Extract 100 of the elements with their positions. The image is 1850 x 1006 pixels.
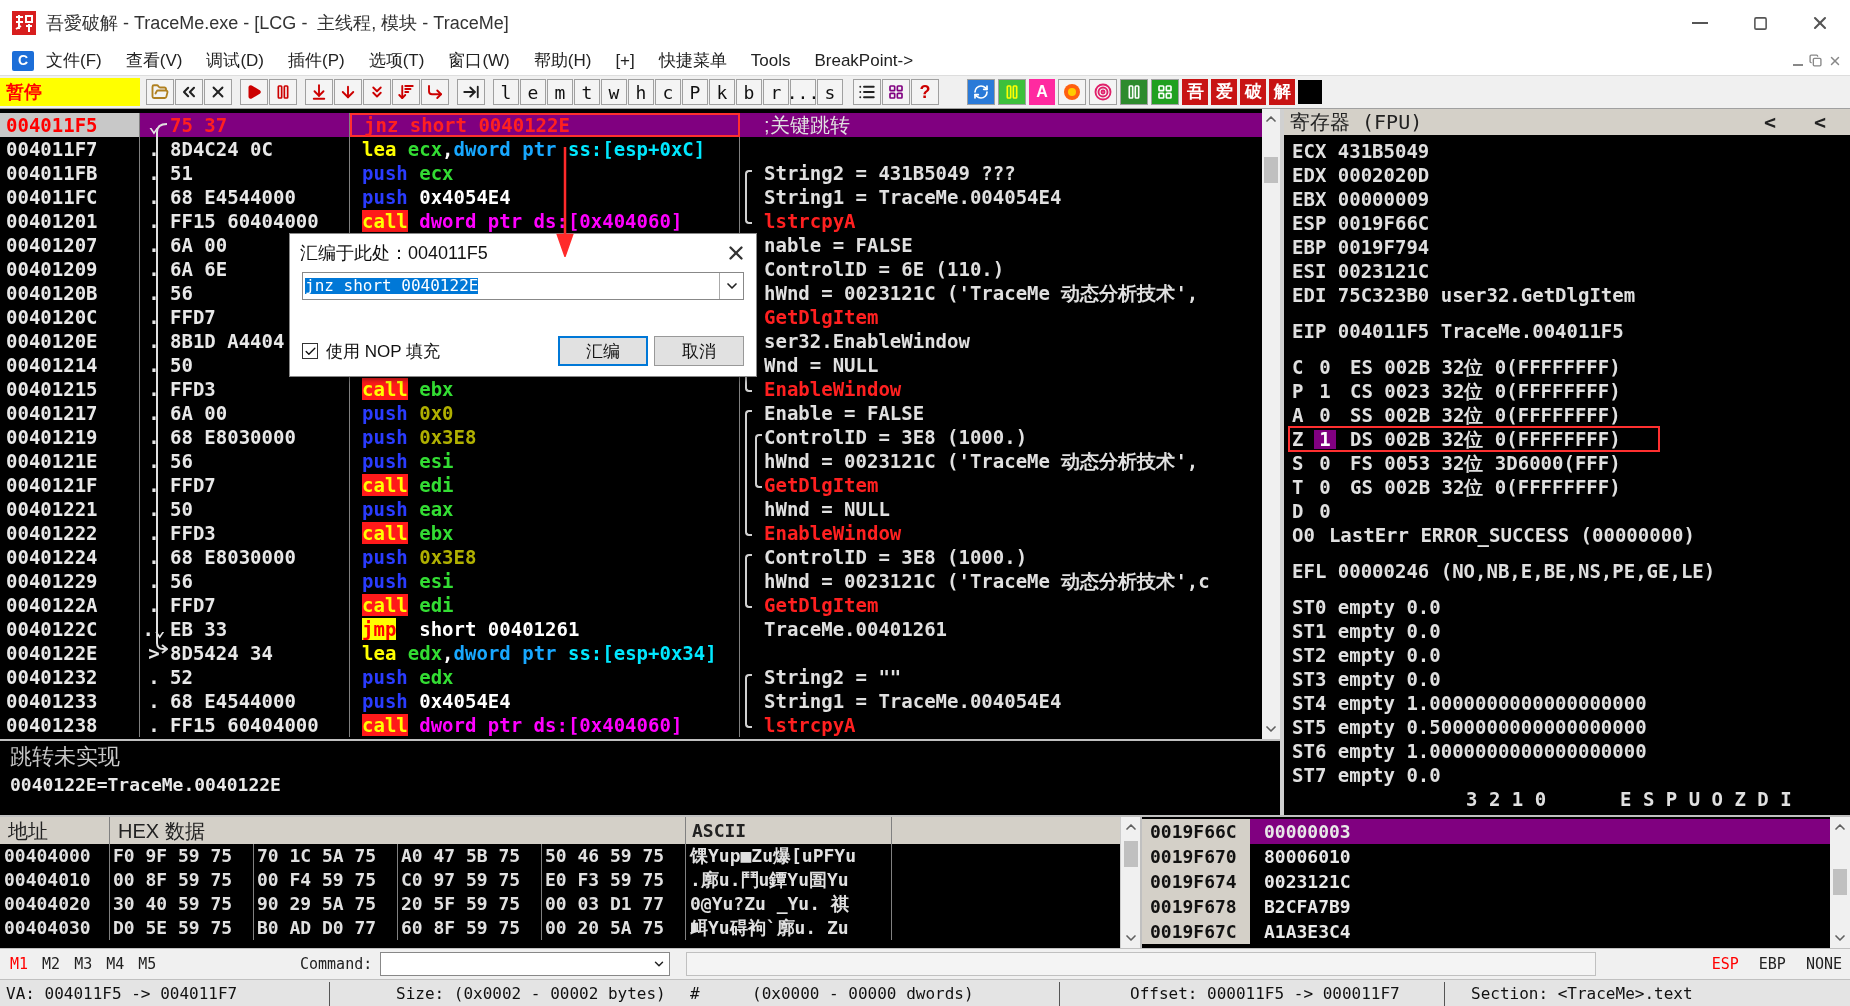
comment-text: GetDlgItem [764,307,879,327]
hex-bytes: 51 [170,163,193,183]
jump-marker: . [148,283,160,303]
stack-base-tab[interactable]: NONE [1805,952,1842,976]
crack-tool-button[interactable]: 爱 [1211,79,1237,105]
instruction: call edi [361,475,455,495]
register-line: EBP 0019F794 [1292,237,1430,257]
nav-arrow[interactable]: < [1763,107,1776,137]
memory-tab[interactable]: M5 [138,952,157,976]
crack-tool-button[interactable]: 解 [1269,79,1295,105]
jump-marker: . [148,211,160,231]
stack-base-tab[interactable]: EBP [1758,952,1786,976]
jump-marker: . [148,715,160,735]
hex-bytes: 6A 00 [170,403,228,423]
stack-row[interactable]: B2CFA7B9 [1250,894,1830,919]
info-text: 0040122E=TraceMe.0040122E [10,773,282,798]
flag-value[interactable]: 0 [1303,525,1315,545]
menu-item[interactable]: 窗口(W) [436,47,522,74]
menu-item[interactable]: [+] [603,47,647,74]
stack-row[interactable]: A1A3E3C4 [1250,919,1830,944]
window-letter-button[interactable]: t [574,79,600,105]
window-letter-button[interactable]: e [520,79,546,105]
dialog-button[interactable]: 取消 [654,336,744,366]
menu-item[interactable]: Tools [738,47,803,74]
window-letter-button[interactable]: h [628,79,654,105]
nav-arrow[interactable]: < [1813,107,1826,137]
stack-row[interactable]: 00000003 [1250,819,1830,844]
menu-item[interactable]: 调试(D) [194,47,276,74]
hex-cell: 50 46 59 75 [542,844,686,868]
stack-base-tab[interactable]: ESP [1711,952,1739,976]
instruction-field[interactable]: jnz short 0040122E [302,272,744,300]
ascii-cell: 衈Yu碍袧`廓u. Zu [686,916,892,940]
memory-tab[interactable]: M3 [74,952,93,976]
instruction: call ebx [361,379,455,399]
system-menu-icon[interactable]: C [12,50,34,71]
column-header[interactable]: 地址 [0,817,110,844]
status-text: Section: <TraceMe>.text [1470,982,1693,1005]
window-letter-button[interactable]: w [601,79,627,105]
address-cell: 0040120B [0,281,140,305]
hex-cell: B0 AD D0 77 [254,916,398,940]
window-letter-button[interactable]: k [709,79,735,105]
instruction: lea edx,dword ptr ss:[esp+0x34] [361,643,718,663]
jump-marker: . [148,355,160,375]
comment-text: String1 = TraceMe.004054E4 [764,691,1062,711]
comment-text: hWnd = 0023121C ('TraceMe 动态分析技术', [764,283,1199,303]
window-letter-button[interactable]: ... [790,79,816,105]
flag-name: A [1292,405,1305,425]
window-letter-button[interactable]: c [655,79,681,105]
window-letter-button[interactable]: P [682,79,708,105]
dialog-button[interactable]: 汇编 [558,336,648,366]
window-letter-button[interactable]: b [736,79,762,105]
checkbox-label: 使用 NOP 填充 [326,342,440,360]
flag-value[interactable]: 0 [1314,405,1336,425]
flag-name: S [1292,453,1305,473]
memory-tab[interactable]: M1 [10,952,29,976]
flag-value[interactable]: 0 [1314,477,1336,497]
flag-value[interactable]: 1 [1314,381,1336,401]
register-line: ECX 431B5049 [1292,141,1430,161]
crack-tool-button[interactable]: 吾 [1182,79,1208,105]
crack-tool-button[interactable]: 破 [1240,79,1266,105]
flag-value[interactable]: 0 [1314,501,1336,521]
menu-item[interactable]: 文件(F) [34,47,114,74]
register-line: ST7 empty 0.0 [1292,765,1441,785]
window-letter-button[interactable]: s [817,79,843,105]
register-line: EDI 75C323B0 user32.GetDlgItem [1292,285,1636,305]
jump-marker: . [148,379,160,399]
column-header[interactable]: HEX 数据 [110,817,686,844]
window-letter-button[interactable]: l [493,79,519,105]
menu-item[interactable]: 选项(T) [356,47,437,74]
memory-tab[interactable]: M4 [106,952,125,976]
hex-cell: A0 47 5B 75 [398,844,542,868]
menu-item[interactable]: 快捷菜单 [646,47,739,74]
status-text: (0x0000 - 00000 dwords) [740,981,1060,1006]
menu-item[interactable]: 插件(P) [276,47,357,74]
flag-value[interactable]: 0 [1314,357,1336,377]
address-cell: 00404010 [0,868,110,892]
menu-item[interactable]: BreakPoint-> [802,47,926,74]
stack-address: 0019F670 [1142,844,1250,869]
stack-row[interactable]: 0023121C [1250,869,1830,894]
flag-value[interactable]: 0 [1314,453,1336,473]
flag-value[interactable]: 1 [1314,429,1336,449]
menu-item[interactable]: 帮助(H) [521,47,604,74]
hex-cell: E0 F3 59 75 [542,868,686,892]
hex-bytes: FFD3 [170,379,216,399]
address-cell: 00401214 [0,353,140,377]
hex-bytes: FFD7 [170,307,216,327]
hex-cell: 00 F4 59 75 [254,868,398,892]
hex-bytes: FFD3 [170,523,216,543]
flag-name: Z [1292,429,1305,449]
address-cell: 00404020 [0,892,110,916]
menu-item[interactable]: 查看(V) [113,47,195,74]
stack-row[interactable]: 80006010 [1250,844,1830,869]
window-letter-button[interactable]: m [547,79,573,105]
window-letter-button[interactable]: r [763,79,789,105]
command-label: Command: [300,953,373,975]
address-cell: 004011FB [0,161,140,185]
column-header[interactable]: ASCII [686,817,892,844]
instruction: push ecx [361,163,455,183]
help-button[interactable]: ? [911,79,939,105]
memory-tab[interactable]: M2 [42,952,61,976]
